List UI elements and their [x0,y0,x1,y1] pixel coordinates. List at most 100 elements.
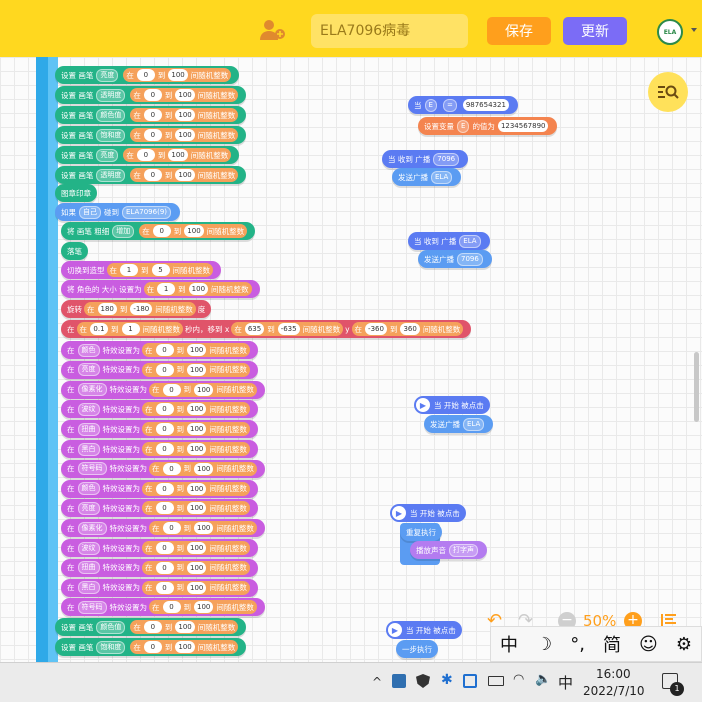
set-var-dropdown[interactable]: E [457,119,470,133]
effect-dropdown[interactable]: 扭曲 [77,422,100,436]
glide-block[interactable]: 在在 0.1 到 1 间随机整数 秒内，移到 x 在 635 到 -635 间随机整数 y 在 -360 到… [61,320,472,338]
tray-chevron-icon[interactable]: ^ [372,675,382,689]
op-max-input[interactable]: 100 [194,522,214,535]
step-block[interactable]: 一步执行 [396,640,438,658]
ime-punct-toggle[interactable]: °, [570,634,585,655]
if-self-dropdown[interactable]: 自己 [79,205,101,219]
pen-set-block[interactable]: 设置 画笔 亮度在 0 到 100 间随机整数 [55,146,240,164]
pen-set-block[interactable]: 设置 画笔 透明度在 0 到 100 间随机整数 [55,166,247,184]
tray-app-icon[interactable] [392,674,406,688]
effect-dropdown[interactable]: 扭曲 [77,561,100,575]
set-effect-block[interactable]: 在波纹 特效设置为在 0 到 100 间随机整数 [61,539,258,557]
shield-icon[interactable] [416,674,430,688]
op-min-input[interactable]: 0 [155,502,174,515]
set-effect-block[interactable]: 在黑白 特效设置为在 0 到 100 间随机整数 [61,578,258,597]
random-op[interactable]: 在 0 到 100 间随机整数 [142,501,250,516]
clock-date[interactable]: 2022/7/10 [583,684,645,698]
effect-dropdown[interactable]: 颜色 [77,343,100,357]
random-op[interactable]: 在 0 到 100 间随机整数 [139,224,248,238]
op-min-input[interactable]: 0 [143,89,162,101]
op-max-input[interactable]: 100 [168,149,188,161]
random-op[interactable]: 在 0 到 100 间随机整数 [149,382,257,397]
op-min-input[interactable]: 0 [143,169,162,181]
op-max-input[interactable]: 100 [187,482,207,495]
broadcast-msg-dropdown[interactable]: ELA [463,417,485,431]
emoji-icon[interactable]: ☺ [639,634,658,655]
op-max-input[interactable]: 100 [187,423,207,436]
op-min-input[interactable]: 0 [155,581,174,594]
security-icon[interactable] [463,674,477,688]
random-op[interactable]: 在 0 到 100 间随机整数 [130,168,239,182]
project-name-input[interactable]: ELA7096病毒 [311,14,468,48]
avatar[interactable]: ELA [657,19,683,45]
ime-chinese-toggle[interactable]: 中 [500,631,518,657]
if-block[interactable]: 如果 自己 碰到 ELA7096(9) [55,203,181,221]
op-max-input[interactable]: 100 [194,462,214,475]
op-max-input[interactable]: -180 [130,303,153,315]
op-max-input[interactable]: -635 [277,323,300,335]
random-op[interactable]: 在 0 到 100 间随机整数 [142,402,250,417]
op-min-input[interactable]: 0 [155,423,174,436]
forever-block[interactable]: 重复执行 [400,523,442,541]
vertical-scrollbar[interactable] [694,352,699,422]
set-effect-block[interactable]: 在亮度 特效设置为在 0 到 100 间随机整数 [61,499,258,518]
pen-prop-dropdown[interactable]: 亮度 [96,148,119,162]
op-max-input[interactable]: 100 [187,344,207,356]
chevron-down-icon[interactable] [691,28,697,32]
random-op[interactable]: 在 0 到 100 间随机整数 [130,88,239,102]
random-op[interactable]: 在 0 到 100 间随机整数 [149,521,257,536]
op-min-input[interactable]: 0 [143,129,162,141]
op-min-input[interactable]: -360 [365,323,387,335]
op-max-input[interactable]: 360 [400,323,420,335]
broadcast-dropdown[interactable]: 7096 [433,152,460,166]
op-min-input[interactable]: 0 [152,225,171,237]
effect-dropdown[interactable]: 符号码 [77,600,107,614]
set-effect-block[interactable]: 在黑白 特效设置为在 0 到 100 间随机整数 [61,440,258,458]
switch-costume-block[interactable]: 切换到造型在 1 到 5 间随机整数 [61,261,221,279]
op-min-input[interactable]: 0 [162,522,181,535]
op-min-input[interactable]: 0 [162,462,181,475]
random-op[interactable]: 在 0 到 100 间随机整数 [142,422,250,437]
when-var-hat[interactable]: 当 E = 987654321 [408,96,518,114]
set-effect-block[interactable]: 在亮度 特效设置为在 0 到 100 间随机整数 [61,360,258,379]
op-max-input[interactable]: 100 [175,621,195,633]
effect-dropdown[interactable]: 亮度 [77,363,100,377]
op-max-input[interactable]: 100 [194,383,214,396]
op-max-input[interactable]: 100 [187,443,207,455]
op-max-input[interactable]: 100 [187,502,207,515]
random-op[interactable]: 在 0.1 到 1 间随机整数 [76,322,183,336]
send-broadcast-block[interactable]: 发送广播 ELA [424,415,494,433]
op-max-input[interactable]: 100 [187,403,207,416]
op-min-input[interactable]: 1 [157,283,176,295]
save-button[interactable]: 保存 [487,17,551,45]
pen-set-block[interactable]: 设置 画笔 颜色值在 0 到 100 间随机整数 [55,618,247,636]
pen-set-block[interactable]: 设置 画笔 透明度在 0 到 100 间随机整数 [55,86,247,104]
op-min-input[interactable]: 0.1 [90,323,108,335]
op-min-input[interactable]: 0 [136,149,155,161]
stamp-block[interactable]: 图章印章 [55,184,97,202]
broadcast-dropdown[interactable]: ELA [459,234,481,248]
random-op[interactable]: 在 0 到 100 间随机整数 [130,128,239,142]
effect-dropdown[interactable]: 像素化 [77,383,107,397]
random-op[interactable]: 在 0 到 100 间随机整数 [142,560,250,575]
random-op[interactable]: 在 0 到 100 间随机整数 [142,481,250,496]
set-effect-block[interactable]: 在颜色 特效设置为在 0 到 100 间随机整数 [61,479,258,498]
var-value-input[interactable]: 987654321 [462,99,509,111]
effect-dropdown[interactable]: 颜色 [77,482,100,496]
random-op[interactable]: 在 0 到 100 间随机整数 [149,600,257,615]
set-effect-block[interactable]: 在符号码 特效设置为在 0 到 100 间随机整数 [61,459,265,478]
op-min-input[interactable]: 635 [244,323,265,335]
random-op[interactable]: 在 0 到 100 间随机整数 [149,461,257,476]
pen-prop-dropdown[interactable]: 透明度 [96,168,126,182]
ime-language-indicator[interactable]: 中 [558,672,573,693]
set-effect-block[interactable]: 在符号码 特效设置为在 0 到 100 间随机整数 [61,598,265,617]
random-op[interactable]: 在 1 到 5 间随机整数 [106,263,213,277]
op-dropdown[interactable]: = [442,98,457,112]
pen-size-block[interactable]: 将 画笔 粗细 增加在 0 到 100 间随机整数 [61,222,256,240]
update-button[interactable]: 更新 [563,17,627,45]
random-op[interactable]: 在 635 到 -635 间随机整数 [231,322,344,336]
random-op[interactable]: 在 0 到 100 间随机整数 [142,442,250,456]
send-broadcast-block[interactable]: 发送广播 ELA [392,168,462,186]
search-blocks-button[interactable] [648,72,688,112]
pen-prop-dropdown[interactable]: 饱和度 [96,640,126,654]
